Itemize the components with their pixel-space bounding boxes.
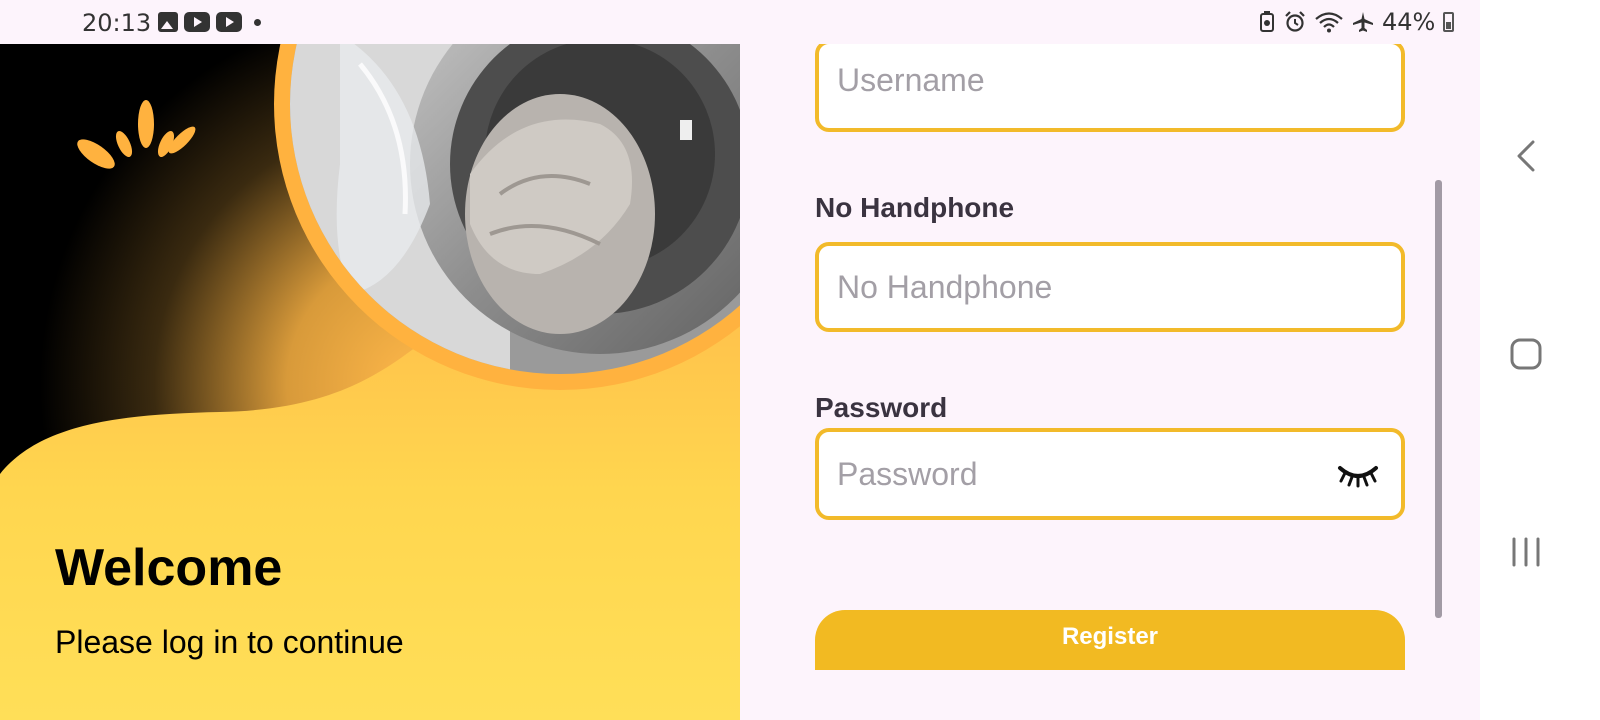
battery-saver-icon [1260,11,1274,32]
youtube-icon [184,12,210,32]
system-icons: 44% [1258,8,1455,36]
back-icon [1517,140,1535,172]
register-button[interactable]: Register [815,610,1405,670]
battery-icon [1443,12,1455,32]
username-input[interactable] [819,44,1401,122]
username-field[interactable] [815,44,1405,132]
youtube-icon [216,12,242,32]
password-input[interactable] [819,432,1401,516]
password-label: Password [815,392,948,423]
image-icon [158,12,178,32]
notification-icons [158,12,261,32]
home-button[interactable] [1502,330,1550,378]
home-icon [1510,338,1542,370]
status-bar: 20:13 44% [0,0,1480,44]
notification-dot [254,18,261,26]
eye-closed-icon[interactable] [1337,462,1379,488]
system-nav-bar [1480,0,1600,720]
alarm-icon [1285,11,1305,32]
password-field[interactable] [815,428,1405,520]
welcome-hero: Welcome Please log in to continue [0,44,740,720]
airplane-icon [1353,12,1373,32]
recents-button[interactable] [1502,528,1550,576]
phone-input[interactable] [819,246,1401,328]
recents-icon [1512,537,1540,567]
back-button[interactable] [1502,132,1550,180]
battery-percent: 44% [1382,8,1436,36]
register-form: No Handphone Password Register [740,44,1480,720]
wifi-icon [1315,12,1343,33]
sunburst-logo-icon [77,100,196,169]
welcome-subtitle: Please log in to continue [55,624,404,660]
phone-label: No Handphone [815,192,1015,223]
welcome-title: Welcome [55,539,283,597]
status-time: 20:13 [82,9,152,37]
register-label: Register [1061,623,1159,650]
phone-field[interactable] [815,242,1405,332]
form-scrollbar[interactable] [1435,180,1442,618]
